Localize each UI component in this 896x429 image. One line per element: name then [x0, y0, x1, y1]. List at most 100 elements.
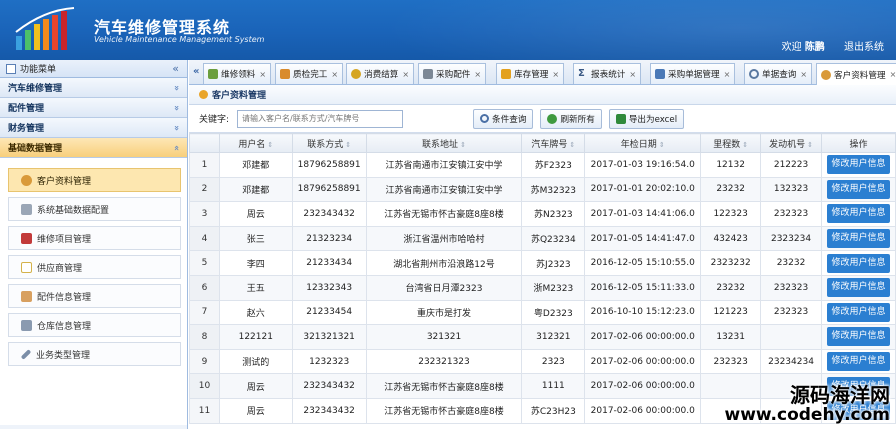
export-button[interactable]: 导出为excel [608, 108, 685, 129]
accordion-finance[interactable]: 财务管理 » [0, 118, 187, 138]
table-cell: 121223 [700, 299, 762, 326]
app-subtitle: Vehicle Maintenance Management System [94, 35, 265, 44]
tab-purchase[interactable]: 采购配件 × [418, 63, 487, 84]
sidebar-item-biztype[interactable]: 业务类型管理 [8, 342, 181, 366]
edit-user-button[interactable]: 修改用户信息 [827, 229, 890, 249]
col-header-username[interactable]: 用户名 ⇕ [218, 133, 293, 153]
refresh-button[interactable]: 刷新所有 [540, 108, 602, 129]
table-cell: 苏C23H23 [521, 397, 586, 424]
sidebar-item-customer[interactable]: 客户资料管理 [8, 168, 181, 192]
table-cell: 2017-01-05 14:41:47.0 [584, 225, 702, 252]
table-row[interactable]: 2 邓建都 18796258891 江苏省南通市江安镇江安中学 苏M32323 2017-… [189, 176, 896, 203]
table-row[interactable]: 5 李四 21233434 湖北省荆州市沿浪路12号 苏J2323 2016-12-05 … [189, 250, 896, 276]
tab-settle[interactable]: 消费结算 × [346, 63, 415, 84]
accordion-repair[interactable]: 汽车维修管理 » [0, 78, 187, 98]
table-row[interactable]: 9 测试的 1232323 232321323 2323 2017-02-06 00:00… [189, 348, 896, 375]
watermark-line2: www.codehy.com [724, 405, 891, 425]
accordion-parts[interactable]: 配件管理 » [0, 98, 187, 118]
sidebar-item-repair[interactable]: 维修项目管理 [8, 226, 181, 250]
table-row[interactable]: 4 张三 21323234 浙江省温州市哈哈村 苏Q23234 2017-01-05 14… [189, 225, 896, 252]
tab-scroll-left-icon[interactable]: « [193, 66, 199, 77]
accordion-basedata[interactable]: 基础数据管理 « [0, 138, 187, 158]
sort-icon: ⇕ [345, 140, 352, 149]
tab-customer[interactable]: 客户资料管理 × [816, 63, 896, 85]
tab-label: 客户资料管理 [834, 70, 886, 81]
table-cell: 2017-02-06 00:00:00.0 [584, 348, 702, 375]
tab-pick[interactable]: 维修领料 × [203, 63, 272, 84]
edit-user-button[interactable]: 修改用户信息 [827, 352, 890, 372]
col-header-phone[interactable]: 联系方式 ⇕ [291, 133, 367, 153]
tab-close-icon[interactable]: × [331, 70, 338, 79]
tab-stock[interactable]: 库存管理 × [496, 63, 565, 84]
table-cell: 重庆市是打发 [365, 299, 523, 326]
tab-qc[interactable]: 质检完工 × [275, 63, 344, 84]
edit-user-button[interactable]: 修改用户信息 [827, 327, 890, 347]
chevron-down-icon: » [171, 84, 182, 91]
tab-close-icon[interactable]: × [259, 70, 266, 79]
table-cell: 232343432 [291, 201, 367, 227]
table-cell: 江苏省南通市江安镇江安中学 [365, 176, 523, 203]
table-cell: 周云 [218, 373, 293, 399]
table-cell: 测试的 [218, 348, 293, 375]
table-row[interactable]: 7 赵六 21233454 重庆市是打发 粤D2323 2016-10-10 15:12:… [189, 299, 896, 326]
table-cell: 1232323 [291, 348, 367, 375]
panel-title: 客户资料管理 [189, 85, 896, 105]
tab-report[interactable]: Σ 报表统计 × [573, 63, 642, 84]
action-cell: 修改用户信息 [820, 225, 896, 252]
table-cell: 232343432 [291, 373, 367, 399]
tab-close-icon[interactable]: × [629, 70, 636, 79]
logout-link[interactable]: 退出系统 [844, 42, 884, 53]
sidebar-item-warehouse[interactable]: 仓库信息管理 [8, 313, 181, 337]
col-header-address[interactable]: 联系地址 ⇕ [365, 133, 523, 153]
sidebar-header: 功能菜单 « [0, 60, 187, 78]
row-number: 8 [189, 324, 220, 350]
sidebar-item-supplier[interactable]: 供应商管理 [8, 255, 181, 279]
table-cell: 江苏省无锡市怀古豪庭8座8楼 [365, 397, 523, 424]
table-cell: 2016-12-05 15:11:33.0 [584, 274, 702, 301]
action-cell: 修改用户信息 [820, 274, 896, 301]
tab-close-icon[interactable]: × [800, 70, 807, 79]
tab-close-icon[interactable]: × [474, 70, 481, 79]
table-row[interactable]: 8 122121 321321321 321321 312321 2017-02-06 0… [189, 324, 896, 350]
table-cell [760, 324, 822, 350]
logo-icon [15, 7, 75, 50]
sort-icon: ⇕ [460, 140, 466, 149]
table-row[interactable]: 3 周云 232343432 江苏省无锡市怀古豪庭8座8楼 苏N2323 2017-01-… [189, 201, 896, 227]
table-cell: 邓建都 [218, 176, 293, 203]
action-cell: 修改用户信息 [820, 152, 896, 178]
sidebar-item-config[interactable]: 系统基础数据配置 [8, 197, 181, 221]
edit-user-button[interactable]: 修改用户信息 [827, 155, 890, 175]
form-icon [655, 69, 665, 79]
tab-doc-query[interactable]: 单据查询 × [744, 63, 813, 84]
tab-close-icon[interactable]: × [724, 70, 731, 79]
sidebar-item-parts[interactable]: 配件信息管理 [8, 284, 181, 308]
sidebar-collapse-icon[interactable]: « [172, 62, 179, 75]
col-header-inspection-date[interactable]: 年检日期 ⇕ [584, 133, 702, 153]
edit-user-button[interactable]: 修改用户信息 [827, 253, 890, 273]
repair-icon [21, 232, 32, 244]
tab-label: 单据查询 [762, 70, 797, 80]
row-number: 1 [189, 152, 220, 178]
menu-icon [6, 63, 16, 74]
export-button-label: 导出为excel [628, 114, 678, 125]
table-cell: 湖北省荆州市沿浪路12号 [365, 250, 523, 276]
edit-user-button[interactable]: 修改用户信息 [827, 179, 890, 199]
edit-user-button[interactable]: 修改用户信息 [827, 278, 890, 298]
tab-close-icon[interactable]: × [552, 70, 559, 79]
tab-close-icon[interactable]: × [402, 70, 409, 79]
tab-close-icon[interactable]: × [890, 70, 896, 79]
col-header-engine[interactable]: 发动机号 ⇕ [760, 133, 822, 153]
table-row[interactable]: 6 王五 12332343 台湾省日月潭2323 浙M2323 2016-12-05 15… [189, 274, 896, 301]
search-input[interactable] [237, 109, 404, 128]
table-row[interactable]: 1 邓建都 18796258891 江苏省南通市江安镇江安中学 苏F2323 2017-0… [189, 152, 896, 178]
tab-purchase-docs[interactable]: 采购单据管理 × [650, 63, 736, 84]
col-header-plate[interactable]: 汽车牌号 ⇕ [521, 133, 586, 153]
purchase-icon [423, 69, 433, 79]
edit-user-button[interactable]: 修改用户信息 [827, 302, 890, 322]
settle-icon [351, 69, 361, 79]
tab-label: 采购配件 [436, 70, 471, 80]
table-cell: 232323 [760, 299, 822, 326]
edit-user-button[interactable]: 修改用户信息 [827, 204, 890, 224]
col-header-mileage[interactable]: 里程数 ⇕ [700, 133, 762, 153]
search-button[interactable]: 条件查询 [473, 108, 534, 129]
